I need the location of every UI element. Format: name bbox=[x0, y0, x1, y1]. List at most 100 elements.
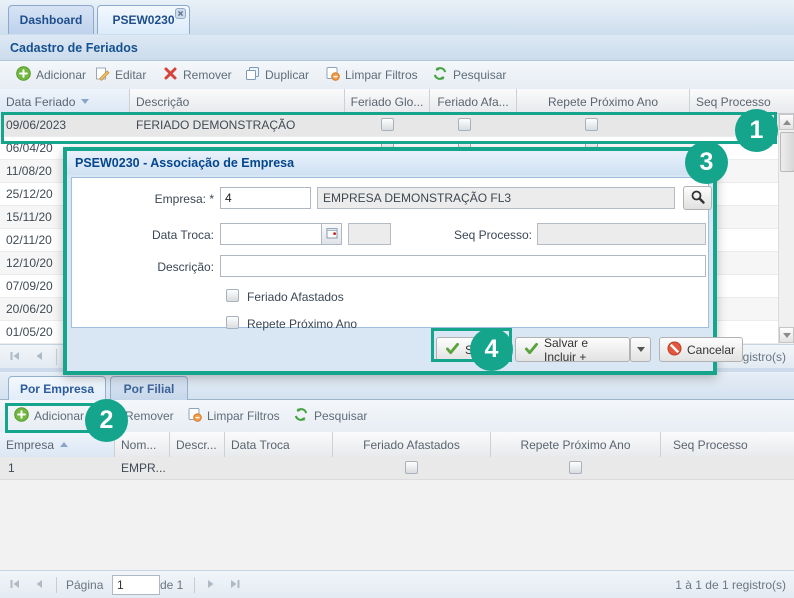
data-troca-label: Data Troca: bbox=[82, 228, 214, 242]
checkbox[interactable] bbox=[381, 118, 394, 131]
empresa-code-input[interactable] bbox=[220, 187, 311, 209]
page-prev-icon[interactable] bbox=[32, 577, 48, 593]
sort-asc-icon bbox=[60, 442, 68, 447]
adicionar-label: Adicionar bbox=[36, 68, 86, 82]
magnifier-icon bbox=[690, 189, 706, 208]
feriado-afastados-label: Feriado Afastados bbox=[247, 290, 344, 304]
feriado-afastados-checkbox[interactable] bbox=[226, 289, 239, 302]
cancelar-button[interactable]: Cancelar bbox=[659, 337, 743, 362]
vertical-scrollbar[interactable] bbox=[778, 114, 794, 344]
limpar-filtros-button[interactable]: Limpar Filtros bbox=[322, 65, 421, 85]
editar-button[interactable]: Editar bbox=[92, 65, 149, 85]
triangle-up-icon bbox=[783, 120, 791, 125]
bottom-paging-bar: Página de 1 1 à 1 de 1 registro(s) bbox=[0, 570, 794, 598]
col-data-feriado[interactable]: Data Feriado bbox=[0, 89, 130, 114]
col-nome[interactable]: Nom... bbox=[115, 432, 170, 457]
empresa-name-field: EMPRESA DEMONSTRAÇÃO FL3 bbox=[317, 187, 675, 209]
remove-icon bbox=[105, 407, 120, 425]
copy-icon bbox=[245, 66, 260, 84]
salvar-incluir-dropdown-button[interactable] bbox=[630, 337, 651, 362]
checkbox[interactable] bbox=[585, 118, 598, 131]
calendar-trigger-button[interactable] bbox=[322, 223, 342, 245]
top-tab-bar: Dashboard PSEW0230 bbox=[0, 0, 794, 36]
clear-filter-icon bbox=[187, 407, 202, 425]
descricao-input[interactable] bbox=[220, 255, 706, 277]
col-seq-processo[interactable]: Seq Processo bbox=[661, 432, 794, 457]
col-descricao[interactable]: Descrição bbox=[130, 89, 345, 114]
adicionar-label: Adicionar bbox=[34, 409, 84, 423]
refresh-icon bbox=[432, 66, 448, 84]
page-number-input[interactable] bbox=[112, 575, 160, 595]
add-icon bbox=[14, 407, 29, 425]
tab-por-filial[interactable]: Por Filial bbox=[110, 376, 188, 400]
limpar-filtros-button-bottom[interactable]: Limpar Filtros bbox=[184, 406, 283, 426]
descricao-label: Descrição: bbox=[82, 260, 214, 274]
dialog-header[interactable]: PSEW0230 - Associação de Empresa bbox=[67, 151, 713, 175]
col-data-troca[interactable]: Data Troca bbox=[225, 432, 333, 457]
limpar-filtros-label: Limpar Filtros bbox=[207, 409, 280, 423]
bottom-grid-body: 1 EMPR... bbox=[0, 457, 794, 570]
salvar-e-incluir-button[interactable]: Salvar e Incluir + bbox=[515, 337, 630, 362]
table-row[interactable]: 09/06/2023 FERIADO DEMONSTRAÇÃO bbox=[0, 114, 778, 137]
remover-label: Remover bbox=[183, 68, 232, 82]
repete-proximo-ano-checkbox[interactable] bbox=[226, 316, 239, 329]
tab-close-icon[interactable] bbox=[175, 8, 186, 19]
remover-button-bottom[interactable]: Remover bbox=[102, 406, 177, 426]
scroll-down-button[interactable] bbox=[779, 327, 794, 343]
refresh-icon bbox=[293, 407, 309, 425]
page-first-icon[interactable] bbox=[8, 577, 24, 593]
panel-header: Cadastro de Feriados bbox=[0, 35, 794, 61]
remover-button[interactable]: Remover bbox=[160, 65, 235, 85]
col-descricao[interactable]: Descr... bbox=[170, 432, 225, 457]
salvar-button[interactable]: Salvar bbox=[436, 337, 508, 362]
editar-label: Editar bbox=[115, 68, 146, 82]
page-last-icon[interactable] bbox=[228, 577, 244, 593]
pesquisar-button-bottom[interactable]: Pesquisar bbox=[290, 406, 370, 426]
remover-label: Remover bbox=[125, 409, 174, 423]
panel-title: Cadastro de Feriados bbox=[10, 41, 138, 55]
tab-por-empresa[interactable]: Por Empresa bbox=[8, 376, 106, 400]
duplicar-label: Duplicar bbox=[265, 68, 309, 82]
col-seq-processo[interactable]: Seq Processo bbox=[690, 89, 794, 114]
page-next-icon[interactable] bbox=[204, 577, 220, 593]
col-feriado-global[interactable]: Feriado Glo... bbox=[345, 89, 430, 114]
bottom-grid-header: Empresa Nom... Descr... Data Troca Feria… bbox=[0, 432, 794, 458]
checkbox[interactable] bbox=[569, 461, 582, 474]
check-icon bbox=[445, 342, 460, 358]
tab-dashboard[interactable]: Dashboard bbox=[8, 5, 94, 34]
dialog-title: PSEW0230 - Associação de Empresa bbox=[75, 156, 294, 170]
col-repete-proximo-ano[interactable]: Repete Próximo Ano bbox=[517, 89, 690, 114]
chevron-down-icon bbox=[637, 347, 645, 352]
page-of-label: de 1 bbox=[160, 578, 183, 592]
page-first-icon[interactable] bbox=[8, 349, 24, 365]
duplicar-button[interactable]: Duplicar bbox=[242, 65, 312, 85]
col-feriado-afastados[interactable]: Feriado Afastados bbox=[333, 432, 491, 457]
adicionar-button[interactable]: Adicionar bbox=[13, 65, 89, 85]
seq-processo-field bbox=[537, 223, 706, 245]
table-row[interactable]: 1 EMPR... bbox=[0, 457, 794, 480]
data-troca-input[interactable] bbox=[220, 223, 322, 245]
checkbox[interactable] bbox=[405, 461, 418, 474]
scrollbar-thumb[interactable] bbox=[780, 132, 794, 172]
checkbox[interactable] bbox=[458, 118, 471, 131]
pesquisar-button[interactable]: Pesquisar bbox=[429, 65, 509, 85]
calendar-icon bbox=[326, 227, 338, 242]
tab-dashboard-label: Dashboard bbox=[20, 13, 83, 27]
col-feriado-afastados[interactable]: Feriado Afa... bbox=[430, 89, 517, 114]
cancel-icon bbox=[667, 341, 682, 359]
triangle-down-icon bbox=[783, 333, 791, 338]
page-prev-icon[interactable] bbox=[32, 349, 48, 365]
bottom-tab-bar: Por Empresa Por Filial bbox=[0, 372, 794, 400]
check-icon bbox=[524, 342, 539, 358]
bottom-toolbar: Adicionar Remover Limpar Filtros Pesquis… bbox=[0, 400, 794, 433]
limpar-filtros-label: Limpar Filtros bbox=[345, 68, 418, 82]
col-empresa[interactable]: Empresa bbox=[0, 432, 115, 457]
col-repete-proximo-ano[interactable]: Repete Próximo Ano bbox=[491, 432, 661, 457]
adicionar-button-bottom[interactable]: Adicionar bbox=[11, 406, 87, 426]
tab-psew0230[interactable]: PSEW0230 bbox=[97, 5, 190, 34]
scroll-up-button[interactable] bbox=[779, 114, 794, 130]
toolbar-separator bbox=[56, 577, 57, 593]
tab-psew0230-label: PSEW0230 bbox=[112, 13, 174, 27]
main-toolbar: Adicionar Editar Remover Duplicar Limpar… bbox=[0, 61, 794, 90]
empresa-search-button[interactable] bbox=[683, 186, 712, 210]
